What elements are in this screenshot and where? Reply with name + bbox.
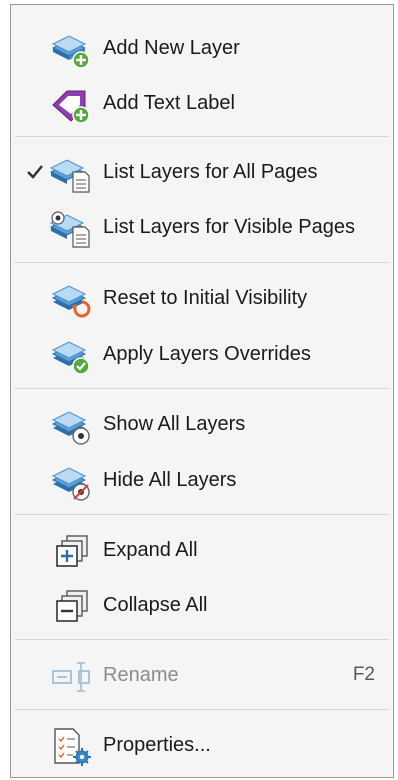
menu-item-properties[interactable]: Properties... (11, 720, 393, 772)
list-visible-pages-icon (49, 209, 93, 249)
menu-item-label: List Layers for Visible Pages (103, 216, 355, 238)
add-layer-icon (49, 30, 93, 70)
menu-item-label: Show All Layers (103, 413, 246, 435)
menu-item-add-text-label[interactable]: Add Text Label (11, 78, 393, 130)
checkmark-icon (25, 162, 45, 182)
menu-separator (15, 709, 389, 710)
shortcut-label: F2 (352, 664, 375, 685)
hide-layers-icon (49, 462, 93, 502)
menu-item-label: Expand All (103, 539, 198, 561)
menu-item-label: Collapse All (103, 594, 208, 616)
menu-item-reset-visibility[interactable]: Reset to Initial Visibility (11, 273, 393, 325)
layers-context-menu: Add New Layer Add Text Label List Layers… (10, 4, 394, 778)
menu-item-label: Properties... (103, 734, 211, 756)
menu-item-add-new-layer[interactable]: Add New Layer (11, 23, 393, 75)
menu-item-expand-all[interactable]: Expand All (11, 525, 393, 577)
menu-separator (15, 639, 389, 640)
apply-overrides-icon (49, 336, 93, 376)
expand-all-icon (49, 532, 93, 572)
list-all-pages-icon (49, 154, 93, 194)
menu-item-hide-all-layers[interactable]: Hide All Layers (11, 455, 393, 507)
menu-item-label: Add Text Label (103, 92, 235, 114)
menu-item-rename[interactable]: Rename F2 (11, 650, 393, 702)
show-layers-icon (49, 406, 93, 446)
menu-separator (15, 514, 389, 515)
properties-icon (49, 727, 93, 767)
menu-separator (15, 388, 389, 389)
menu-item-label: Hide All Layers (103, 469, 237, 491)
menu-item-label: Apply Layers Overrides (103, 343, 311, 365)
add-text-label-icon (49, 85, 93, 125)
menu-separator (15, 262, 389, 263)
rename-icon (49, 657, 93, 697)
menu-item-list-visible-pages[interactable]: List Layers for Visible Pages (11, 202, 393, 254)
menu-item-label: Add New Layer (103, 37, 240, 59)
menu-item-label: List Layers for All Pages (103, 161, 318, 183)
menu-item-apply-overrides[interactable]: Apply Layers Overrides (11, 329, 393, 381)
menu-separator (15, 136, 389, 137)
menu-item-collapse-all[interactable]: Collapse All (11, 580, 393, 632)
reset-visibility-icon (49, 280, 93, 320)
collapse-all-icon (49, 587, 93, 627)
menu-item-label: Reset to Initial Visibility (103, 287, 308, 309)
menu-item-label: Rename (103, 664, 179, 686)
menu-item-list-all-pages[interactable]: List Layers for All Pages (11, 147, 393, 199)
menu-item-show-all-layers[interactable]: Show All Layers (11, 399, 393, 451)
